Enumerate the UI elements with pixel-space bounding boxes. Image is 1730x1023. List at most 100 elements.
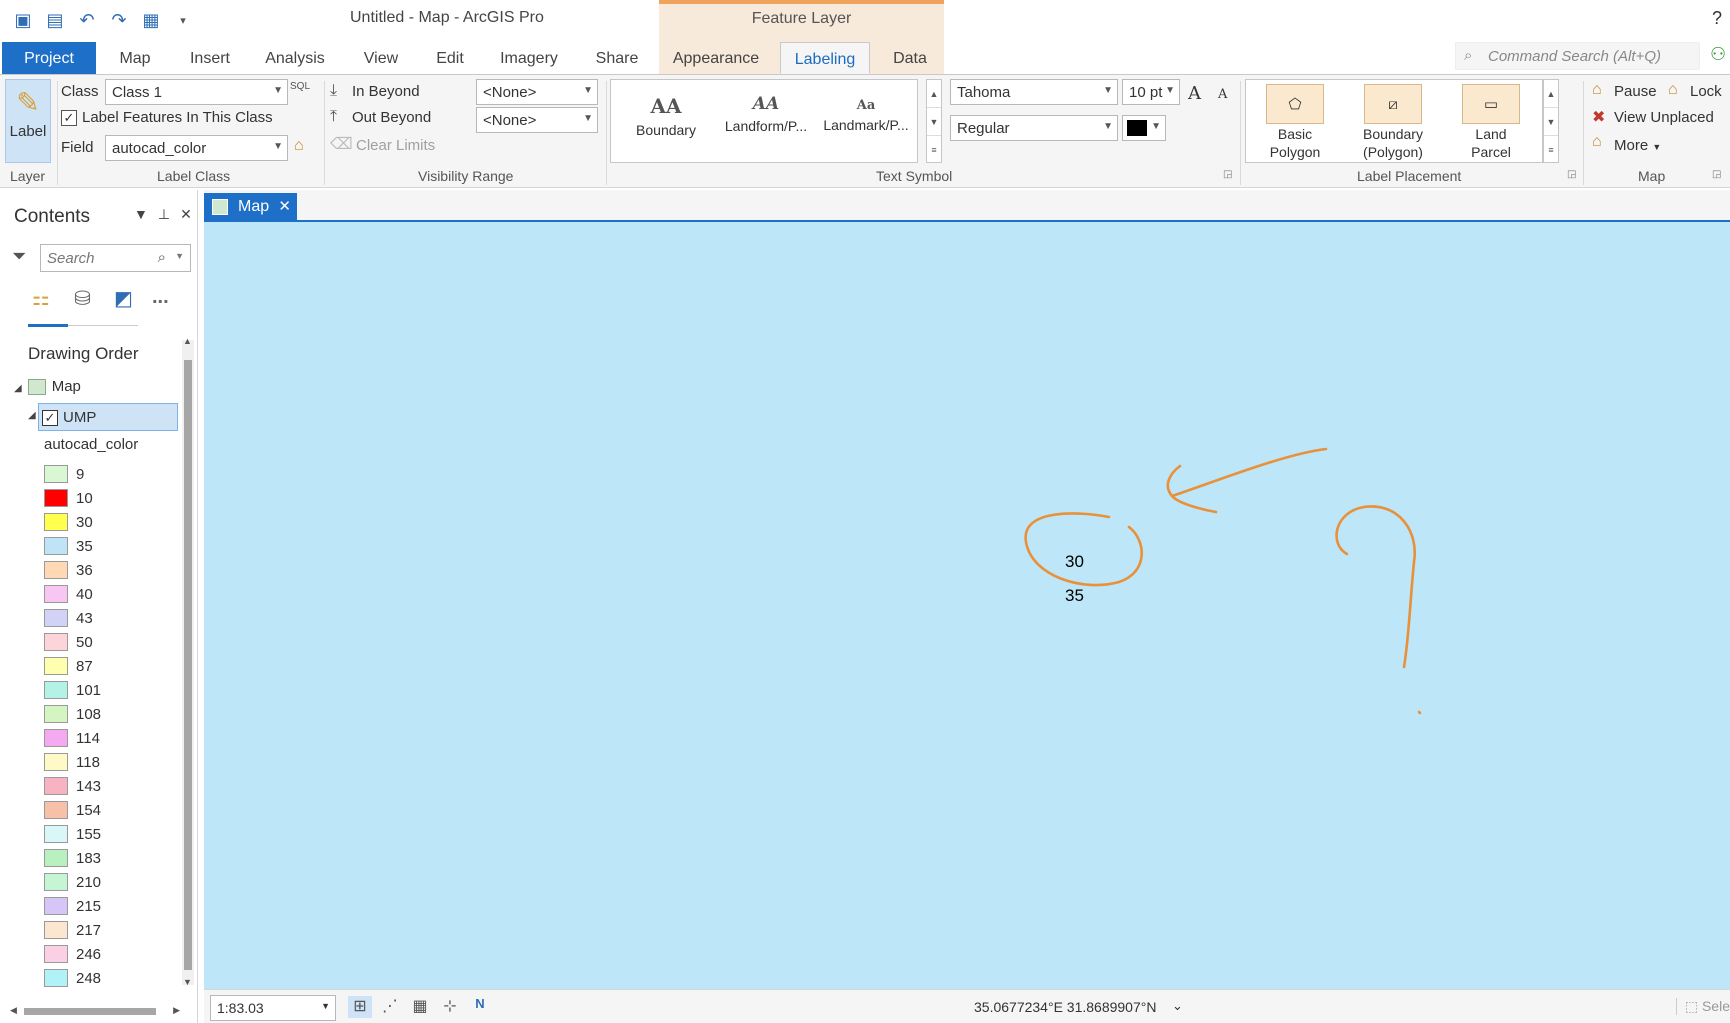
legend-item[interactable]: 36: [44, 558, 101, 582]
legend-item[interactable]: 155: [44, 822, 101, 846]
undo-icon[interactable]: ↶: [74, 8, 100, 32]
legend-swatch[interactable]: [44, 465, 68, 483]
legend-item[interactable]: 246: [44, 942, 101, 966]
tree-map-node[interactable]: ◢ Map: [14, 378, 81, 396]
pane-options-icon[interactable]: ▼: [134, 206, 148, 223]
pin-icon[interactable]: ⊥: [158, 206, 170, 223]
legend-swatch[interactable]: [44, 849, 68, 867]
legend-item[interactable]: 143: [44, 774, 101, 798]
legend-swatch[interactable]: [44, 681, 68, 699]
legend-item[interactable]: 10: [44, 486, 101, 510]
shrink-font-button[interactable]: A: [1218, 87, 1227, 102]
scroll-down-icon[interactable]: ▼: [183, 977, 192, 987]
constraints-icon[interactable]: ⊹: [438, 996, 462, 1018]
text-symbol-gallery-scroll[interactable]: ▲ ▼ ≡: [926, 79, 942, 163]
text-symbol-landmark[interactable]: Aa Landmark/P...: [816, 94, 916, 133]
placement-basic-polygon[interactable]: ⬠ Basic Polygon: [1250, 84, 1340, 160]
tab-edit[interactable]: Edit: [430, 42, 470, 74]
tab-imagery[interactable]: Imagery: [496, 42, 562, 74]
legend-item[interactable]: 154: [44, 798, 101, 822]
scrollbar-thumb[interactable]: [184, 360, 192, 970]
clear-limits-button[interactable]: Clear Limits: [356, 137, 435, 154]
legend-item[interactable]: 40: [44, 582, 101, 606]
label-placement-gallery-scroll[interactable]: ▲ ▼ ≡: [1543, 79, 1559, 163]
selection-icon[interactable]: ◩: [114, 286, 133, 311]
data-source-icon[interactable]: ⛁: [74, 286, 91, 311]
contents-vertical-scrollbar[interactable]: ▲ ▼: [182, 336, 194, 987]
legend-swatch[interactable]: [44, 657, 68, 675]
label-features-checkbox-row[interactable]: ✓ Label Features In This Class: [61, 109, 273, 127]
tree-layer-node[interactable]: ✓ UMP: [38, 403, 178, 431]
legend-swatch[interactable]: [44, 873, 68, 891]
lock-button[interactable]: Lock: [1690, 83, 1722, 100]
legend-swatch[interactable]: [44, 585, 68, 603]
dialog-launcher-icon[interactable]: ◲: [1223, 169, 1232, 180]
layer-visibility-checkbox[interactable]: ✓: [42, 410, 58, 427]
save-icon[interactable]: ▦: [138, 8, 164, 32]
scroll-up-icon[interactable]: ▲: [183, 336, 192, 346]
redo-icon[interactable]: ↷: [106, 8, 132, 32]
view-unplaced-button[interactable]: View Unplaced: [1614, 109, 1714, 126]
collapse-arrow-icon[interactable]: ◢: [14, 383, 22, 394]
drawing-order-icon[interactable]: ⚏: [32, 286, 50, 311]
tab-data[interactable]: Data: [888, 42, 932, 74]
placement-boundary-polygon[interactable]: ⧄ Boundary (Polygon): [1348, 84, 1438, 160]
tab-analysis[interactable]: Analysis: [262, 42, 328, 74]
legend-item[interactable]: 114: [44, 726, 101, 750]
legend-swatch[interactable]: [44, 705, 68, 723]
scroll-left-icon[interactable]: ◀: [10, 1005, 17, 1016]
expression-icon[interactable]: ⌂: [294, 137, 304, 155]
legend-swatch[interactable]: [44, 753, 68, 771]
close-icon[interactable]: ✕: [180, 206, 192, 223]
font-name-dropdown[interactable]: Tahoma ▼: [950, 79, 1118, 105]
legend-swatch[interactable]: [44, 825, 68, 843]
tab-appearance[interactable]: Appearance: [670, 42, 762, 74]
chevron-down-icon[interactable]: ▼: [175, 251, 184, 261]
selected-features-status[interactable]: ⬚ Sele: [1675, 998, 1730, 1015]
help-button[interactable]: ?: [1712, 8, 1722, 29]
close-icon[interactable]: ✕: [278, 197, 291, 215]
legend-item[interactable]: 108: [44, 702, 101, 726]
legend-swatch[interactable]: [44, 945, 68, 963]
legend-swatch[interactable]: [44, 489, 68, 507]
pause-button[interactable]: Pause: [1614, 83, 1657, 100]
legend-item[interactable]: 215: [44, 894, 101, 918]
legend-swatch[interactable]: [44, 513, 68, 531]
scroll-up-icon[interactable]: ▲: [927, 80, 941, 108]
out-beyond-button[interactable]: Out Beyond: [352, 109, 431, 126]
scroll-down-icon[interactable]: ▼: [927, 108, 941, 136]
dialog-launcher-icon[interactable]: ◲: [1712, 169, 1721, 180]
tab-project[interactable]: Project: [2, 42, 96, 74]
scrollbar-thumb[interactable]: [24, 1008, 156, 1015]
more-button[interactable]: More ▼: [1614, 137, 1661, 154]
legend-swatch[interactable]: [44, 897, 68, 915]
sql-icon[interactable]: SQL: [290, 81, 310, 92]
command-search-input[interactable]: ⌕ Command Search (Alt+Q): [1455, 42, 1700, 70]
legend-item[interactable]: 248: [44, 966, 101, 990]
scroll-down-icon[interactable]: ▼: [1544, 108, 1558, 136]
text-symbol-landform[interactable]: AA Landform/P...: [716, 94, 816, 134]
label-features-checkbox[interactable]: ✓: [61, 110, 77, 127]
legend-item[interactable]: 210: [44, 870, 101, 894]
legend-item[interactable]: 101: [44, 678, 101, 702]
north-arrow-icon[interactable]: N: [468, 996, 492, 1018]
chevron-down-icon[interactable]: ⌄: [1172, 998, 1183, 1014]
legend-swatch[interactable]: [44, 729, 68, 747]
legend-item[interactable]: 217: [44, 918, 101, 942]
legend-item[interactable]: 50: [44, 630, 101, 654]
legend-swatch[interactable]: [44, 921, 68, 939]
snapping-icon[interactable]: ⋰: [378, 996, 402, 1018]
field-dropdown[interactable]: autocad_color ▼: [105, 135, 288, 161]
scroll-up-icon[interactable]: ▲: [1544, 80, 1558, 108]
legend-swatch[interactable]: [44, 609, 68, 627]
tab-insert[interactable]: Insert: [182, 42, 238, 74]
navigation-icon[interactable]: ⊞: [348, 996, 372, 1018]
more-views-icon[interactable]: ...: [152, 286, 169, 309]
font-size-dropdown[interactable]: 10 pt ▼: [1122, 79, 1180, 105]
legend-swatch[interactable]: [44, 633, 68, 651]
legend-swatch[interactable]: [44, 801, 68, 819]
map-canvas[interactable]: 30 35: [204, 222, 1730, 989]
gallery-expand-icon[interactable]: ≡: [927, 136, 941, 164]
label-toggle-button[interactable]: ✎ Label: [5, 79, 51, 163]
tab-labeling[interactable]: Labeling: [780, 42, 870, 74]
